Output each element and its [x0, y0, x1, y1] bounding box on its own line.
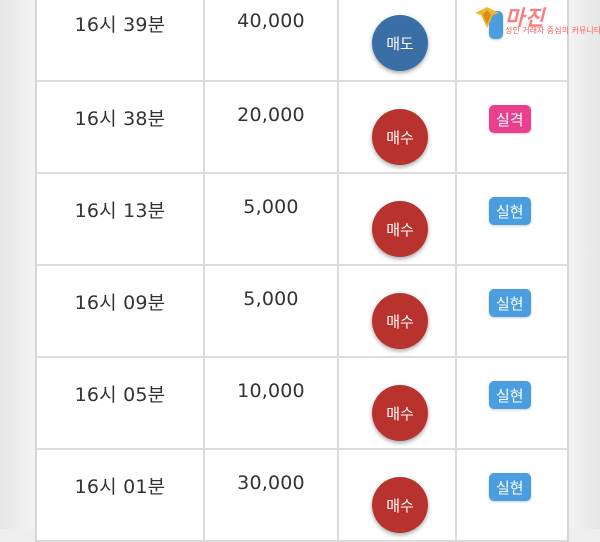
- trade-amount: 20,000: [237, 104, 305, 126]
- watermark-logo: 마진 성인 거래자 중심의 커뮤니티: [472, 2, 600, 36]
- trade-time: 16시 09분: [74, 292, 166, 314]
- trade-time: 16시 01분: [74, 476, 166, 498]
- trade-amount: 10,000: [237, 380, 305, 402]
- eagle-emblem-icon: [475, 7, 499, 28]
- buy-button[interactable]: 매수: [372, 109, 428, 165]
- trade-amount: 5,000: [243, 196, 299, 218]
- table-row: 16시 13분 5,000 매수 실현: [37, 174, 567, 266]
- table-row: 16시 05분 10,000 매수 실현: [37, 358, 567, 450]
- status-badge: 실현: [489, 197, 531, 225]
- right-shadow: [564, 0, 600, 529]
- table-row: 16시 09분 5,000 매수 실현: [37, 266, 567, 358]
- status-badge: 실현: [489, 289, 531, 317]
- status-badge: 실현: [489, 473, 531, 501]
- buy-button[interactable]: 매수: [372, 477, 428, 533]
- status-badge: 실격: [489, 105, 531, 133]
- trade-time: 16시 13분: [74, 200, 166, 222]
- trade-amount: 30,000: [237, 472, 305, 494]
- logo-tagline: 성인 거래자 중심의 커뮤니티: [505, 26, 600, 35]
- trade-time: 16시 38분: [74, 108, 166, 130]
- buy-button[interactable]: 매수: [372, 385, 428, 441]
- left-shadow: [0, 0, 36, 529]
- trade-amount: 5,000: [243, 288, 299, 310]
- trade-table: 16시 39분 40,000 매도 16시 38분 20,000 매수 실격 1…: [35, 0, 569, 542]
- trade-time: 16시 05분: [74, 384, 166, 406]
- sell-button[interactable]: 매도: [372, 15, 428, 71]
- buy-button[interactable]: 매수: [372, 293, 428, 349]
- trade-time: 16시 39분: [74, 14, 166, 36]
- table-row: 16시 01분 30,000 매수 실현: [37, 450, 567, 542]
- table-row: 16시 38분 20,000 매수 실격: [37, 82, 567, 174]
- buy-button[interactable]: 매수: [372, 201, 428, 257]
- trade-amount: 40,000: [237, 10, 305, 32]
- status-badge: 실현: [489, 381, 531, 409]
